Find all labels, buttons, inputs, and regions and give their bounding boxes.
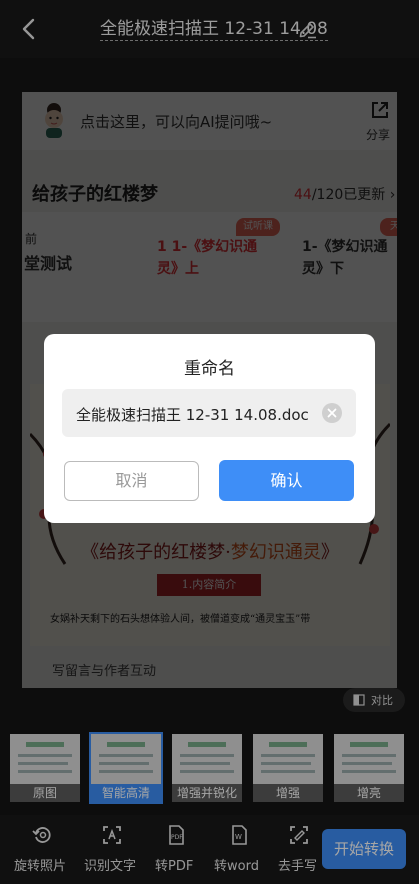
clear-icon[interactable] [321,402,343,424]
filename-input-value: 全能极速扫描王 12-31 14.08.doc [76,406,309,424]
rename-dialog: 重命名 全能极速扫描王 12-31 14.08.doc 取消 确认 [44,334,375,523]
confirm-button[interactable]: 确认 [219,460,354,501]
cancel-button[interactable]: 取消 [64,461,199,501]
dialog-title: 重命名 [184,359,235,379]
filename-input[interactable]: 全能极速扫描王 12-31 14.08.doc [62,389,356,437]
